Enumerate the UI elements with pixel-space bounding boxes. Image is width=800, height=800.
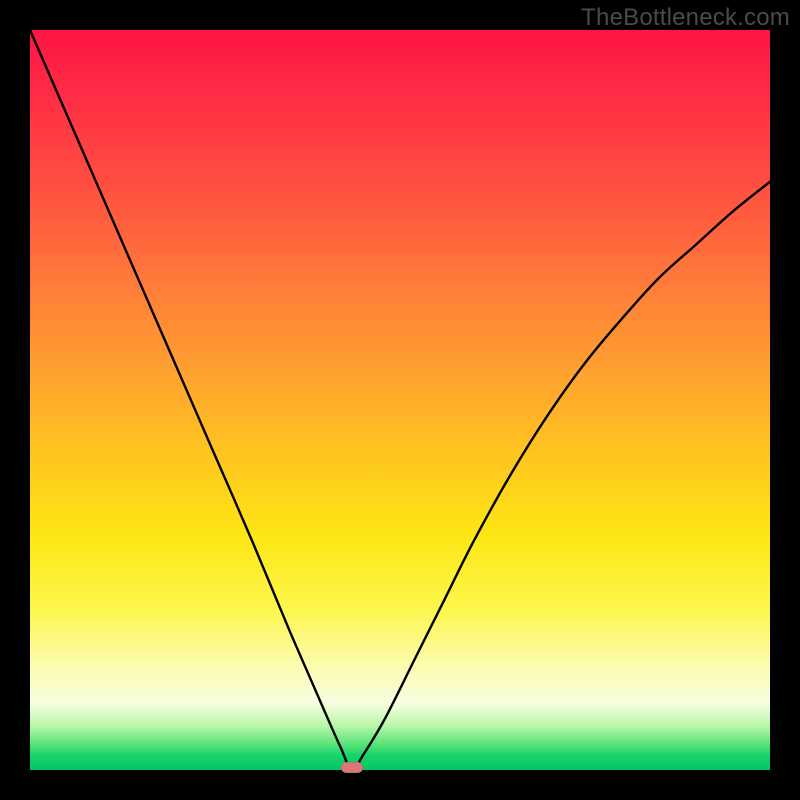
optimum-marker bbox=[341, 762, 363, 773]
chart-plot-area bbox=[30, 30, 770, 770]
chart-frame: TheBottleneck.com bbox=[0, 0, 800, 800]
watermark-text: TheBottleneck.com bbox=[581, 4, 790, 32]
bottleneck-curve bbox=[30, 30, 770, 770]
